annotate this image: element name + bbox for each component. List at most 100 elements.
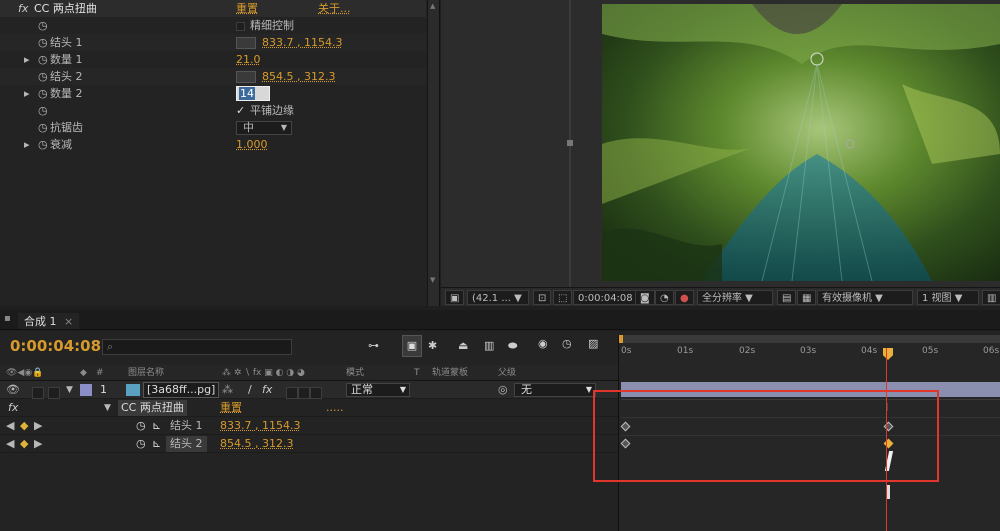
crosshair-icon[interactable] <box>236 71 256 83</box>
layer-list: 👁 ▼ 1 [3a68ff...pg] ⁂ / fx 正常 ▼ ◎ 无 ▼ fx ▼… <box>0 381 618 531</box>
param-value[interactable]: 21.0 <box>236 51 261 68</box>
effect-name[interactable]: CC 两点扭曲 <box>118 400 187 416</box>
layer-name[interactable]: [3a68ff...pg] <box>143 382 220 398</box>
layer-column-headers: 👁◀◉🔒 ◆ # 图层名称 ⁂ ✲ ∖ fx ▣ ◐ ◑ ◕ 模式 T 轨道蒙板… <box>0 365 618 381</box>
layer-row[interactable]: 👁 ▼ 1 [3a68ff...pg] ⁂ / fx 正常 ▼ ◎ 无 ▼ <box>0 381 618 399</box>
time-ruler[interactable]: 0s 01s 02s 03s 04s 05s 06s <box>618 335 1000 365</box>
playhead-handle[interactable] <box>883 348 893 360</box>
param-value[interactable]: 1.000 <box>236 136 268 153</box>
graph-editor-icon[interactable]: ◷ <box>562 337 572 350</box>
fast-preview-icon[interactable]: ▤ <box>777 290 797 305</box>
resolution-dropdown[interactable]: 全分辨率 ▼ <box>697 290 773 305</box>
param-label: 数量 2 <box>50 87 83 100</box>
draft-3d-icon[interactable]: ▣ <box>402 335 422 357</box>
property-label: 结头 1 <box>170 419 203 432</box>
effect-reset-link[interactable]: 重置 <box>220 399 242 417</box>
close-icon[interactable]: × <box>64 315 73 328</box>
add-keyframe-icon[interactable]: ◆ <box>20 417 28 435</box>
collapse-arrow-icon[interactable]: ▼ <box>66 381 73 399</box>
label-color-swatch[interactable] <box>80 384 92 396</box>
about-link[interactable]: 关于... <box>318 0 351 17</box>
effect-panel-scrollbar[interactable]: ▲ ▼ <box>427 0 439 306</box>
layer-search-input[interactable]: ⌕ <box>102 339 292 355</box>
mini-flowchart-icon[interactable]: ⊶ <box>368 339 379 352</box>
crosshair-icon[interactable] <box>236 37 256 49</box>
stopwatch-icon[interactable]: ◷ <box>38 85 48 102</box>
effect-row[interactable]: fx ▼ CC 两点扭曲 重置 ..... <box>0 399 618 417</box>
motion-blur-icon[interactable]: ▥ <box>484 339 494 352</box>
stopwatch-icon[interactable]: ◷ <box>38 102 48 119</box>
add-keyframe-icon[interactable]: ◆ <box>20 435 28 453</box>
fx-icon[interactable]: fx <box>18 0 28 17</box>
visibility-eye-icon[interactable]: 👁 <box>6 381 20 399</box>
param-label: 平铺边缘 <box>250 104 294 117</box>
collapse-arrow-icon[interactable]: ▼ <box>104 399 111 417</box>
expand-arrow-icon[interactable]: ▸ <box>24 51 30 68</box>
param-value[interactable]: 833.7 , 1154.3 <box>262 34 342 51</box>
pick-whip-icon[interactable]: ◎ <box>498 381 508 399</box>
quality-switch-icon[interactable]: ⁂ <box>222 381 233 399</box>
snapshot-icon[interactable]: ◙ <box>635 290 655 305</box>
viewer-options-icon[interactable]: ▥ <box>982 290 1000 305</box>
parent-dropdown[interactable]: 无 ▼ <box>514 383 596 397</box>
graph-icon[interactable]: ⊾ <box>152 417 161 435</box>
always-preview-icon[interactable]: ▣ <box>445 290 465 305</box>
tab-composition-1[interactable]: 合成 1 × <box>18 313 80 329</box>
fine-control-checkbox[interactable] <box>236 21 245 31</box>
amount-input[interactable]: 14 <box>236 86 270 101</box>
effect-header-row[interactable]: fx CC 两点扭曲 重置 关于... <box>0 0 426 17</box>
views-dropdown[interactable]: 1 视图 ▼ <box>917 290 979 305</box>
fx-switch-icon[interactable]: fx <box>262 381 272 399</box>
toggle-mask-icon[interactable]: ▦ <box>797 290 817 305</box>
auto-keyframe-icon[interactable]: ◉ <box>538 337 548 350</box>
reset-link[interactable]: 重置 <box>236 0 258 17</box>
stopwatch-active-icon[interactable]: ◷ <box>136 435 146 453</box>
frame-blending-icon[interactable]: ⏏ <box>458 339 468 352</box>
blend-mode-dropdown[interactable]: 正常 ▼ <box>346 383 410 397</box>
param-value[interactable]: 854.5 , 312.3 <box>262 68 335 85</box>
property-row[interactable]: ◀ ◆ ▶ ◷ ⊾ 结头 2 854.5 , 312.3 <box>0 435 618 453</box>
work-area-start-handle[interactable] <box>619 335 623 343</box>
playhead-line[interactable] <box>886 348 887 531</box>
stopwatch-icon[interactable]: ◷ <box>38 17 48 34</box>
prev-keyframe-icon[interactable]: ◀ <box>6 417 14 435</box>
region-of-interest-icon[interactable]: ⊡ <box>533 290 552 305</box>
solo-toggle[interactable] <box>32 387 44 399</box>
property-value[interactable]: 833.7 , 1154.3 <box>220 417 300 435</box>
expand-arrow-icon[interactable]: ▸ <box>24 85 30 102</box>
next-keyframe-icon[interactable]: ▶ <box>34 435 42 453</box>
timeline-timecode[interactable]: 0:00:04:08 <box>10 337 101 355</box>
panel-menu-icon[interactable]: ▪ <box>4 313 11 324</box>
show-snapshot-icon[interactable]: ◔ <box>655 290 674 305</box>
expand-arrow-icon[interactable]: ▸ <box>24 136 30 153</box>
graph-icon[interactable]: ⊾ <box>152 435 161 453</box>
lock-toggle[interactable] <box>48 387 60 399</box>
channel-icon[interactable]: ● <box>675 290 694 305</box>
shy-layers-icon[interactable]: ✱ <box>428 339 437 352</box>
property-row[interactable]: ◀ ◆ ▶ ◷ ⊾ 结头 1 833.7 , 1154.3 <box>0 417 618 435</box>
antialias-dropdown[interactable]: 中 ▼ <box>236 121 292 135</box>
viewer-timecode[interactable]: 0:00:04:08 <box>573 290 638 305</box>
camera-dropdown[interactable]: 有效摄像机 ▼ <box>817 290 913 305</box>
param-label: 结头 1 <box>50 36 83 49</box>
prev-keyframe-icon[interactable]: ◀ <box>6 435 14 453</box>
viewer-handle[interactable] <box>567 140 573 146</box>
stopwatch-icon[interactable]: ◷ <box>38 119 48 136</box>
timeline-track-area[interactable]: I <box>593 365 1000 531</box>
zoom-dropdown[interactable]: (42.1 ... ▼ <box>467 290 529 305</box>
layer-name-column-header[interactable]: 图层名称 <box>128 365 164 381</box>
stopwatch-icon[interactable]: ◷ <box>38 51 48 68</box>
work-area-bar[interactable] <box>619 335 1000 343</box>
stopwatch-icon[interactable]: ◷ <box>38 34 48 51</box>
checkbox-checked-icon[interactable]: ✓ <box>236 102 245 119</box>
stopwatch-active-icon[interactable]: ◷ <box>136 417 146 435</box>
next-keyframe-icon[interactable]: ▶ <box>34 417 42 435</box>
fx-icon[interactable]: fx <box>8 399 18 417</box>
stopwatch-icon[interactable]: ◷ <box>38 68 48 85</box>
property-value[interactable]: 854.5 , 312.3 <box>220 435 293 453</box>
quality-slash-icon[interactable]: / <box>248 381 252 399</box>
chart-icon[interactable]: ▨ <box>588 337 598 350</box>
brainstorm-icon[interactable]: ⬬ <box>508 339 517 353</box>
stopwatch-icon[interactable]: ◷ <box>38 136 48 153</box>
transparency-grid-icon[interactable]: ⬚ <box>553 290 573 305</box>
